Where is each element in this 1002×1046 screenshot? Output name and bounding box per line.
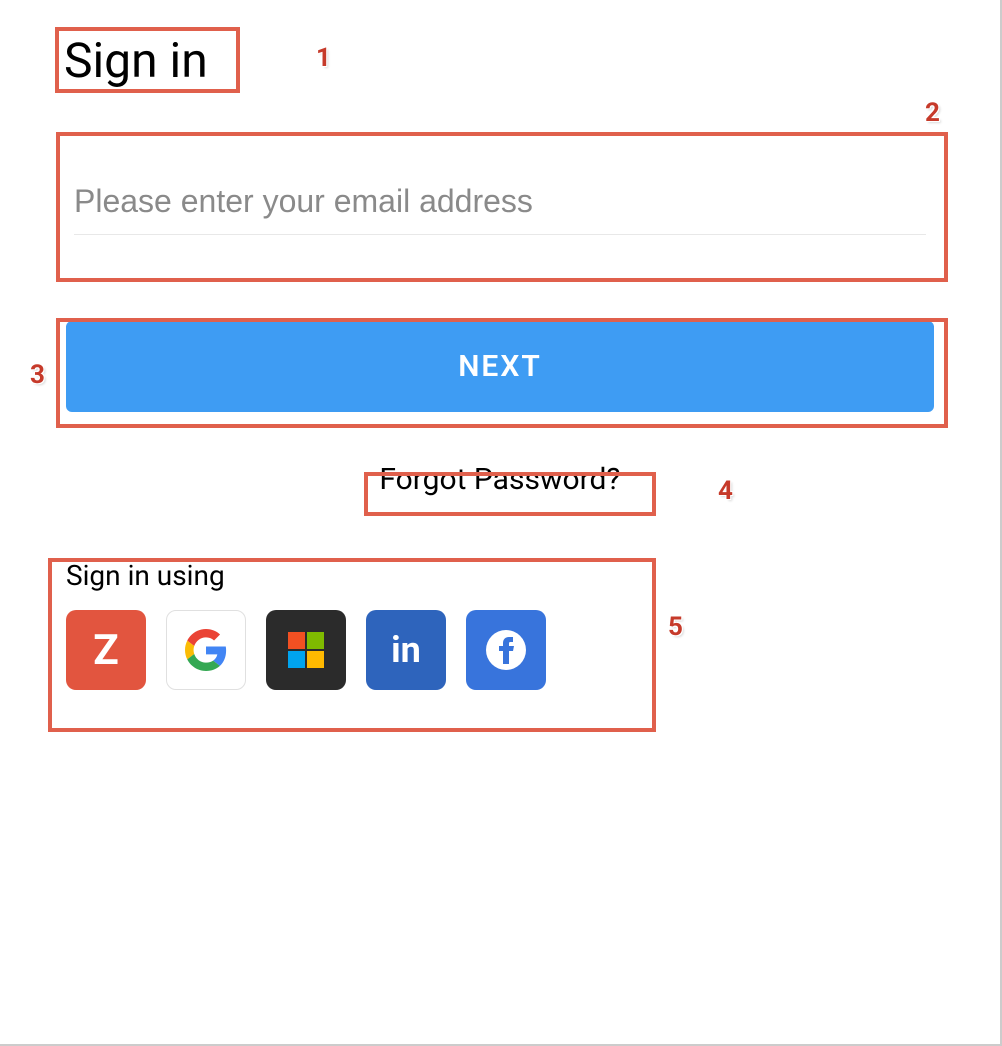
page-title: Sign in [58,30,942,91]
annotation-3: 3 [30,360,45,390]
social-row: Z [66,610,660,690]
signin-container: 1 2 3 4 5 Sign in NEXT Forgot Password? … [0,0,1000,750]
annotation-4: 4 [718,476,733,506]
zoho-signin-button[interactable]: Z [66,610,146,690]
signin-using-heading: Sign in using [66,559,660,592]
linkedin-icon: in [391,629,421,671]
signin-using-section: Sign in using Z [58,549,668,720]
facebook-signin-button[interactable] [466,610,546,690]
forgot-password-link[interactable]: Forgot Password? [379,462,620,497]
annotation-2: 2 [925,98,940,128]
google-signin-button[interactable] [166,610,246,690]
microsoft-icon [286,630,326,670]
facebook-icon [484,628,528,672]
next-button-wrap: NEXT [58,313,942,420]
linkedin-signin-button[interactable]: in [366,610,446,690]
annotation-5: 5 [668,612,683,642]
next-button[interactable]: NEXT [66,321,934,412]
google-icon [185,629,227,671]
zoho-icon: Z [93,626,119,675]
email-field-wrap [58,145,942,277]
microsoft-signin-button[interactable] [266,610,346,690]
email-input[interactable] [74,177,926,235]
